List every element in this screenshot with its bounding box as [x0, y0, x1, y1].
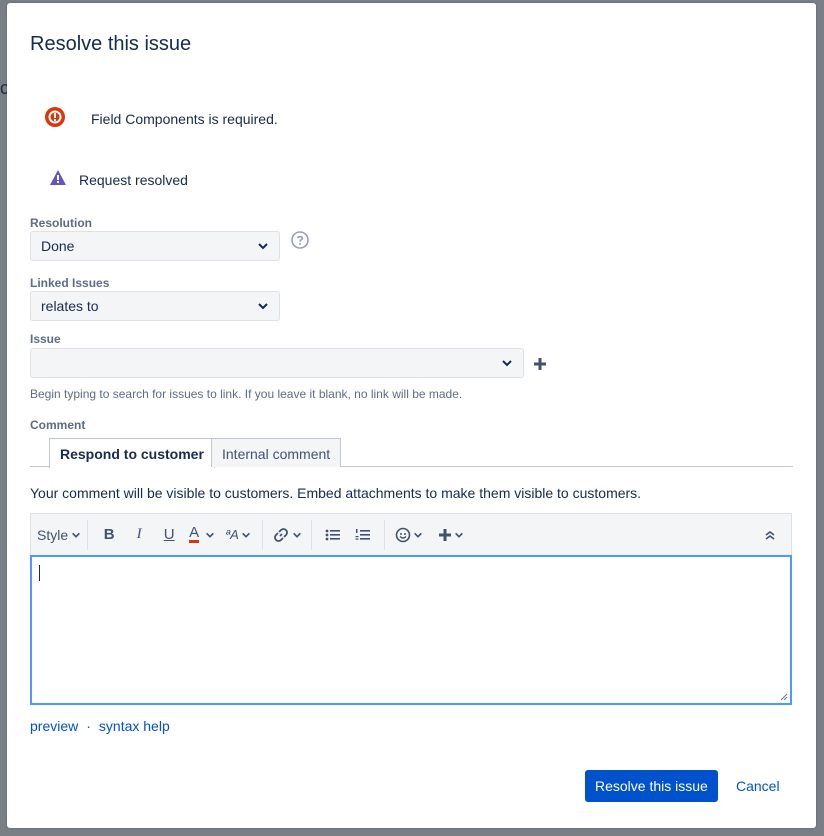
resolve-dialog: Resolve this issue Field Components is r…: [7, 3, 816, 828]
help-icon[interactable]: [291, 231, 309, 254]
issue-select[interactable]: [30, 348, 524, 378]
numbered-list-button[interactable]: [348, 520, 378, 550]
italic-icon: I: [136, 526, 142, 542]
bullet-list-icon: [325, 529, 341, 540]
emoji-button[interactable]: [391, 520, 427, 550]
chevron-down-icon: [293, 532, 302, 538]
tab-respond-to-customer[interactable]: Respond to customer: [49, 438, 215, 468]
text-color-icon: A: [189, 524, 200, 543]
warning-text: Request resolved: [79, 171, 188, 188]
dialog-title: Resolve this issue: [30, 33, 192, 55]
text-effects-icon: ªA: [225, 527, 239, 542]
chevron-down-icon: [241, 532, 250, 538]
cancel-button[interactable]: Cancel: [736, 778, 780, 794]
emoji-icon: [395, 527, 411, 542]
syntax-help-link[interactable]: syntax help: [99, 718, 170, 734]
comment-textarea[interactable]: [30, 555, 792, 705]
text-color-button[interactable]: A: [184, 520, 220, 550]
text-cursor: [39, 565, 40, 581]
plus-icon: [439, 528, 452, 541]
add-issue-icon[interactable]: [533, 357, 547, 376]
underline-button[interactable]: U: [154, 520, 184, 550]
linked-issues-value: relates to: [41, 298, 99, 314]
warning-icon: [49, 169, 67, 190]
comment-label: Comment: [30, 418, 86, 432]
chevron-down-icon: [258, 303, 268, 310]
resize-handle-icon[interactable]: [778, 691, 788, 701]
double-chevron-up-icon: [765, 530, 775, 540]
error-text: Field Components is required.: [91, 110, 278, 127]
chevron-down-icon: [502, 360, 512, 367]
style-label: Style: [37, 526, 69, 543]
chevron-down-icon: [455, 532, 464, 538]
text-effects-button[interactable]: ªA: [220, 520, 256, 550]
chevron-down-icon: [414, 532, 423, 538]
linked-issues-select[interactable]: relates to: [30, 291, 280, 321]
comment-tabs: Respond to customer Internal comment: [30, 438, 793, 468]
warning-message: Request resolved: [49, 169, 188, 190]
resolution-label: Resolution: [30, 216, 92, 230]
chevron-down-icon: [72, 532, 81, 538]
error-icon: [44, 106, 66, 131]
preview-link[interactable]: preview: [30, 718, 78, 734]
collapse-toolbar-button[interactable]: [755, 520, 785, 550]
tab-internal-comment[interactable]: Internal comment: [211, 438, 342, 467]
issue-hint: Begin typing to search for issues to lin…: [30, 387, 463, 401]
resolution-value: Done: [41, 238, 75, 254]
insert-more-button[interactable]: [431, 520, 471, 550]
visibility-note: Your comment will be visible to customer…: [30, 485, 642, 501]
separator-dot: ·: [86, 718, 91, 734]
linked-issues-label: Linked Issues: [30, 276, 110, 290]
italic-button[interactable]: I: [124, 520, 154, 550]
editor-toolbar: Style B I U A ªA: [30, 513, 792, 555]
bold-icon: B: [103, 526, 115, 543]
link-button[interactable]: [269, 520, 305, 550]
bullet-list-button[interactable]: [318, 520, 348, 550]
error-message: Field Components is required.: [44, 106, 278, 131]
chevron-down-icon: [206, 532, 215, 538]
resolve-issue-button[interactable]: Resolve this issue: [585, 770, 718, 802]
chevron-down-icon: [258, 243, 268, 250]
link-icon: [274, 527, 289, 542]
editor-links: preview · syntax help: [30, 718, 170, 734]
issue-label: Issue: [30, 332, 61, 346]
underline-icon: U: [163, 526, 175, 543]
style-dropdown[interactable]: Style: [31, 514, 87, 556]
numbered-list-icon: [355, 528, 371, 540]
resolution-select[interactable]: Done: [30, 231, 280, 261]
bold-button[interactable]: B: [94, 520, 124, 550]
